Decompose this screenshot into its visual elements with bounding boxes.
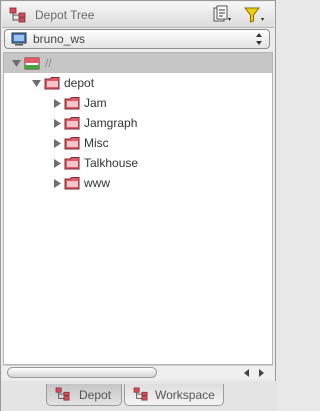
horizontal-scrollbar[interactable] xyxy=(3,365,273,379)
folder-icon xyxy=(64,137,80,150)
disclosure-collapsed-icon[interactable] xyxy=(53,119,62,128)
disclosure-expanded-icon[interactable] xyxy=(32,79,41,88)
tree-item-label: www xyxy=(84,176,110,190)
disclosure-collapsed-icon[interactable] xyxy=(53,99,62,108)
tab-depot[interactable]: Depot xyxy=(46,384,122,406)
tree-item-talkhouse[interactable]: Talkhouse xyxy=(4,153,272,173)
scroll-right-icon[interactable] xyxy=(255,367,267,379)
tree-icon xyxy=(9,7,26,23)
folder-icon xyxy=(64,97,80,110)
depot-tree: // depot Jam Jamgraph Misc Talkhouse www xyxy=(3,52,273,365)
workspace-selector[interactable]: bruno_ws xyxy=(4,29,270,49)
tree-item-depot[interactable]: depot xyxy=(4,73,272,93)
folder-icon xyxy=(64,157,80,170)
folder-icon xyxy=(64,177,80,190)
tree-item-root[interactable]: // xyxy=(4,53,272,73)
tree-icon xyxy=(55,387,70,401)
folder-icon xyxy=(64,117,80,130)
workspace-name: bruno_ws xyxy=(33,32,86,46)
tree-item-label: Jamgraph xyxy=(84,116,138,130)
chevron-up-down-icon xyxy=(256,33,262,45)
tree-item-jamgraph[interactable]: Jamgraph xyxy=(4,113,272,133)
panel-tabs: Depot Workspace xyxy=(1,381,277,411)
sync-icon[interactable] xyxy=(208,5,234,25)
tab-workspace[interactable]: Workspace xyxy=(124,384,224,406)
scrollbar-thumb[interactable] xyxy=(7,367,157,378)
disclosure-expanded-icon[interactable] xyxy=(12,59,21,68)
tab-label: Workspace xyxy=(155,388,215,402)
panel-header: Depot Tree xyxy=(2,2,274,28)
tree-item-www[interactable]: www xyxy=(4,173,272,193)
filter-icon[interactable] xyxy=(242,5,268,25)
tree-item-label: Jam xyxy=(84,96,107,110)
tree-item-label: // xyxy=(45,56,52,70)
tree-item-misc[interactable]: Misc xyxy=(4,133,272,153)
computer-icon xyxy=(11,32,27,46)
disclosure-collapsed-icon[interactable] xyxy=(53,159,62,168)
tree-icon xyxy=(133,387,148,401)
depot-root-icon xyxy=(24,57,40,70)
tree-item-jam[interactable]: Jam xyxy=(4,93,272,113)
folder-icon xyxy=(44,77,60,90)
depot-tree-panel: Depot Tree bruno_ws // depot Jam Jamgrap… xyxy=(0,0,277,411)
disclosure-collapsed-icon[interactable] xyxy=(53,179,62,188)
tree-item-label: Misc xyxy=(84,136,109,150)
scroll-left-icon[interactable] xyxy=(241,367,253,379)
panel-title: Depot Tree xyxy=(35,8,95,22)
tab-label: Depot xyxy=(79,388,112,402)
tree-item-label: Talkhouse xyxy=(84,156,139,170)
disclosure-collapsed-icon[interactable] xyxy=(53,139,62,148)
tree-item-label: depot xyxy=(64,76,95,90)
